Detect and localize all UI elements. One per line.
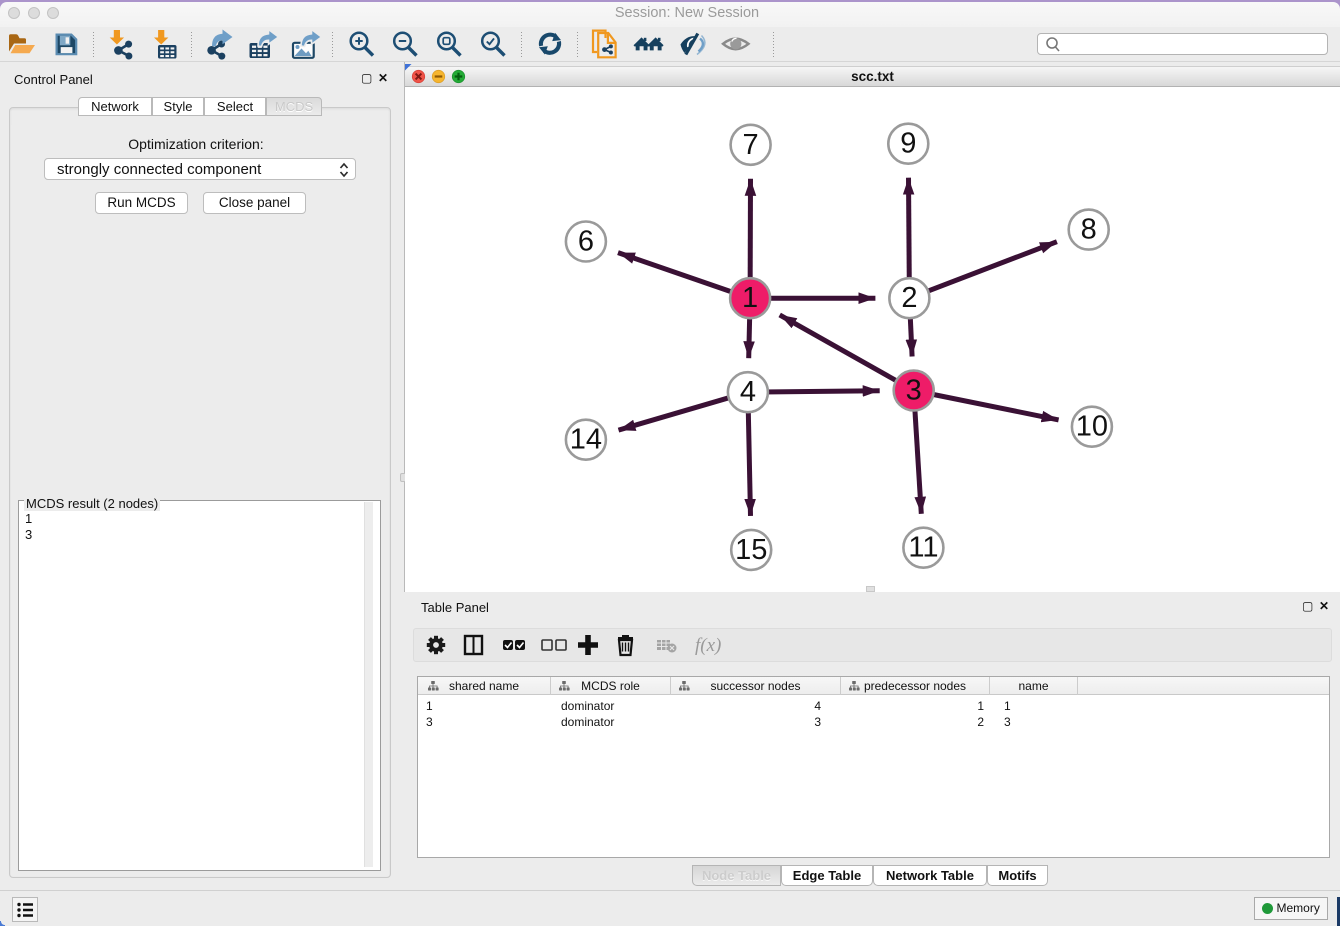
svg-text:f(x): f(x) (695, 635, 721, 656)
svg-text:2: 2 (901, 282, 917, 314)
svg-text:1: 1 (742, 282, 758, 314)
svg-text:11: 11 (908, 532, 938, 564)
svg-text:9: 9 (900, 128, 916, 160)
svg-text:14: 14 (570, 424, 602, 456)
svg-text:8: 8 (1081, 214, 1097, 246)
svg-text:10: 10 (1076, 411, 1108, 443)
svg-text:3: 3 (906, 375, 922, 407)
svg-text:6: 6 (578, 226, 594, 258)
svg-text:4: 4 (740, 376, 756, 408)
svg-text:7: 7 (743, 129, 759, 161)
svg-text:15: 15 (735, 534, 767, 566)
